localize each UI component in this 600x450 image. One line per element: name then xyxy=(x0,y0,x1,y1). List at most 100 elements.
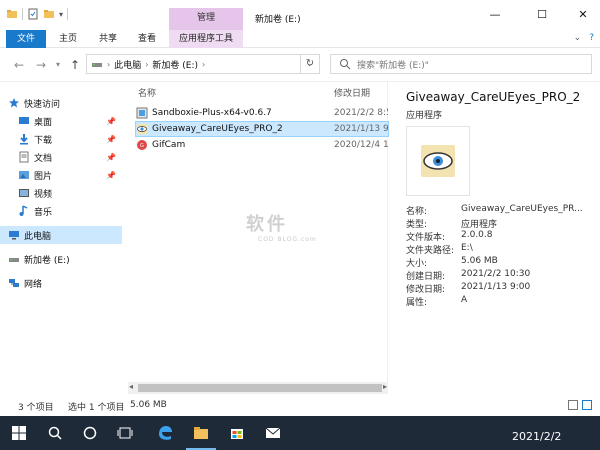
cortana-icon[interactable] xyxy=(82,425,98,441)
up-icon[interactable]: ↑ xyxy=(70,58,80,72)
nav-label: 桌面 xyxy=(34,117,53,128)
nav-item-desktop[interactable]: 桌面 📌 xyxy=(0,112,122,130)
pin-icon[interactable]: 📌 xyxy=(106,117,116,126)
mail-icon[interactable] xyxy=(265,425,281,441)
navigation-pane: 快速访问 桌面 📌 下载 📌 文档 📌 图片 📌 视频 音乐 此电脑 新加卷 (… xyxy=(0,82,122,396)
search-icon xyxy=(340,59,351,70)
list-item[interactable]: Sandboxie-Plus-x64-v0.6.7 2021/2/2 8:5 xyxy=(136,106,388,120)
nav-label: 新加卷 (E:) xyxy=(24,255,70,266)
prop-version: 文件版本: 2.0.0.8 xyxy=(406,230,493,243)
taskbar-date[interactable]: 2021/2/2 xyxy=(512,430,561,443)
list-item[interactable]: Giveaway_CareUEyes_PRO_2 2021/1/13 9 xyxy=(135,121,389,137)
store-icon[interactable] xyxy=(229,425,245,441)
status-bar: 3 个项目 选中 1 个项目 5.06 MB xyxy=(0,396,600,416)
file-name: GifCam xyxy=(152,140,186,150)
taskbar: 2021/2/2 xyxy=(0,416,600,450)
scroll-left-icon[interactable]: ◂ xyxy=(129,382,133,391)
help-icon[interactable]: ? xyxy=(589,33,594,43)
drive-icon xyxy=(9,258,19,262)
ribbon-controls: ⌄ ? xyxy=(574,33,594,43)
windows-start-icon[interactable] xyxy=(11,425,27,441)
nav-label: 文档 xyxy=(34,153,53,164)
nav-item-drive-e[interactable]: 新加卷 (E:) xyxy=(0,250,122,268)
nav-label: 音乐 xyxy=(34,207,53,218)
file-explorer-icon[interactable] xyxy=(193,425,209,441)
prop-size: 大小: 5.06 MB xyxy=(406,256,498,269)
horizontal-scrollbar[interactable]: ◂ ▸ xyxy=(128,382,388,394)
column-header-date[interactable]: 修改日期 xyxy=(334,86,370,99)
tab-view[interactable]: 查看 xyxy=(133,30,161,48)
refresh-button[interactable]: ↻ xyxy=(300,54,320,74)
breadcrumb-separator[interactable]: › xyxy=(145,60,148,69)
new-folder-icon[interactable] xyxy=(43,8,55,20)
scrollbar-thumb[interactable] xyxy=(138,384,382,392)
minimize-button[interactable]: — xyxy=(480,8,510,26)
forward-icon[interactable]: → xyxy=(36,58,46,72)
details-pane: Giveaway_CareUEyes_PRO_2 应用程序 名称: Giveawa… xyxy=(394,82,600,396)
scroll-right-icon[interactable]: ▸ xyxy=(383,382,387,391)
nav-item-downloads[interactable]: 下载 📌 xyxy=(0,130,122,148)
eye-app-icon xyxy=(137,124,147,134)
pin-icon[interactable]: 📌 xyxy=(106,171,116,180)
nav-label: 下载 xyxy=(34,135,53,146)
nav-item-pictures[interactable]: 图片 📌 xyxy=(0,166,122,184)
pin-icon[interactable]: 📌 xyxy=(106,135,116,144)
address-row: ← → ▾ ↑ › 此电脑 › 新加卷 (E:) › ⌄ ↻ 搜索"新加卷 (E… xyxy=(0,48,600,82)
nav-item-network[interactable]: 网络 xyxy=(0,274,122,292)
nav-item-documents[interactable]: 文档 📌 xyxy=(0,148,122,166)
back-icon[interactable]: ← xyxy=(14,58,24,72)
nav-label: 视频 xyxy=(34,189,53,200)
search-icon[interactable] xyxy=(47,425,63,441)
pin-icon[interactable]: 📌 xyxy=(106,153,116,162)
customize-toolbar-icon[interactable]: ▾ xyxy=(59,10,63,19)
view-toggle xyxy=(568,400,592,410)
tab-home[interactable]: 主页 xyxy=(54,30,82,48)
recent-locations-icon[interactable]: ▾ xyxy=(56,60,60,69)
watermark-text: 软件 xyxy=(246,214,288,235)
tab-application-tools[interactable]: 应用程序工具 xyxy=(169,30,243,48)
preview-thumbnail xyxy=(406,126,470,196)
nav-label: 快速访问 xyxy=(24,99,61,110)
nav-item-videos[interactable]: 视频 xyxy=(0,184,122,202)
breadcrumb-separator[interactable]: › xyxy=(107,60,110,69)
picture-icon xyxy=(19,171,29,179)
title-bar: ▾ 管理 新加卷 (E:) — ☐ ✕ xyxy=(0,0,600,30)
document-icon xyxy=(19,151,29,163)
network-icon xyxy=(9,279,19,287)
nav-item-quick-access[interactable]: 快速访问 xyxy=(0,94,122,112)
address-bar[interactable]: › 此电脑 › 新加卷 (E:) › ⌄ xyxy=(86,54,320,74)
breadcrumb-this-pc[interactable]: 此电脑 xyxy=(114,58,141,71)
list-item[interactable]: G GifCam 2020/12/4 1 xyxy=(136,138,388,152)
manage-context-tab[interactable]: 管理 xyxy=(169,8,243,30)
edge-icon[interactable] xyxy=(157,425,173,441)
search-placeholder: 搜索"新加卷 (E:)" xyxy=(357,60,429,71)
breadcrumb-drive-e[interactable]: 新加卷 (E:) xyxy=(152,58,198,71)
details-view-icon[interactable] xyxy=(568,400,578,410)
close-button[interactable]: ✕ xyxy=(568,8,598,26)
file-name: Sandboxie-Plus-x64-v0.6.7 xyxy=(152,108,272,118)
tab-file[interactable]: 文件 xyxy=(6,30,46,48)
installer-icon xyxy=(136,107,148,119)
video-icon xyxy=(19,189,29,197)
tab-share[interactable]: 共享 xyxy=(94,30,122,48)
maximize-button[interactable]: ☐ xyxy=(527,8,557,26)
prop-modified: 修改日期: 2021/1/13 9:00 xyxy=(406,282,531,295)
expand-ribbon-icon[interactable]: ⌄ xyxy=(574,33,582,43)
folder-icon xyxy=(7,10,17,18)
column-header-name[interactable]: 名称 xyxy=(138,86,156,99)
large-icons-view-icon[interactable] xyxy=(582,400,592,410)
properties-icon[interactable] xyxy=(27,8,39,20)
preview-subtitle: 应用程序 xyxy=(406,111,443,121)
star-icon xyxy=(9,98,19,108)
ribbon-tabs: 文件 主页 共享 查看 应用程序工具 ⌄ ? xyxy=(0,30,600,48)
svg-text:G: G xyxy=(140,143,144,149)
nav-item-music[interactable]: 音乐 xyxy=(0,202,122,220)
prop-path: 文件夹路径: E:\ xyxy=(406,243,473,256)
nav-item-this-pc[interactable]: 此电脑 xyxy=(0,226,122,244)
quick-access-toolbar: ▾ xyxy=(6,8,69,20)
divider xyxy=(22,8,23,20)
eye-app-icon xyxy=(421,145,455,177)
search-input[interactable]: 搜索"新加卷 (E:)" xyxy=(330,54,592,74)
task-view-icon[interactable] xyxy=(117,425,133,441)
breadcrumb-separator[interactable]: › xyxy=(202,60,205,69)
